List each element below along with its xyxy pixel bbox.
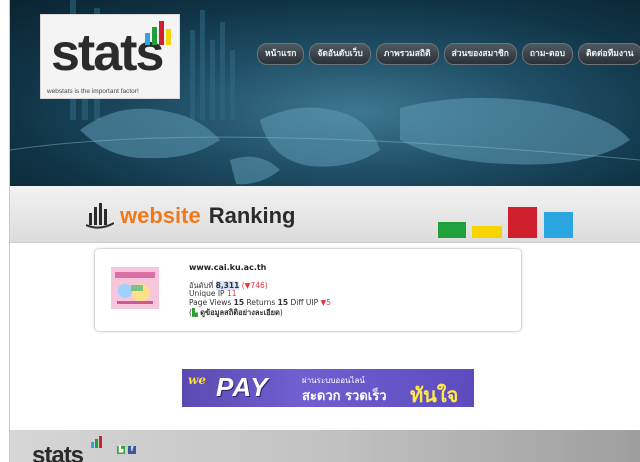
site-url-link[interactable]: www.cai.ku.ac.th [189, 263, 266, 272]
ranking-title-ranking: Ranking [208, 203, 296, 228]
banner-line2: สะดวก รวดเร็ว [302, 389, 387, 404]
returns-value: 15 [277, 298, 289, 307]
nav-members[interactable]: ส่วนของสมาชิก [443, 43, 517, 65]
details-chart-icon: ▙ [191, 308, 198, 317]
color-square-blue [544, 212, 573, 238]
returns-label: Returns [246, 298, 276, 307]
diff-label: Diff UIP [290, 298, 319, 307]
ranking-heading: website Ranking [86, 202, 296, 230]
nav-ranking[interactable]: จัดอันดับเว็บ [309, 43, 371, 65]
footer-logo-bars-icon [91, 436, 102, 448]
pageviews-value: 15 [233, 298, 245, 307]
logo-bars-icon [145, 21, 171, 45]
wepay-banner[interactable]: we PAY ผ่านระบบออนไลน์ สะดวก รวดเร็ว ทัน… [182, 369, 474, 407]
banner-line3: ทันใจ [410, 383, 459, 407]
color-square-red [508, 207, 537, 238]
site-thumbnail[interactable] [111, 267, 159, 309]
ranking-bars-icon [86, 203, 114, 229]
nav-overview[interactable]: ภาพรวมสถิติ [375, 43, 439, 65]
color-square-green [438, 222, 466, 238]
nav-home[interactable]: หน้าแรก [257, 43, 305, 65]
color-square-yellow [472, 226, 502, 238]
site-card: www.cai.ku.ac.th อันดับที่ 8,311 (▼746) … [94, 248, 522, 332]
unique-label: Unique IP [189, 289, 225, 298]
unique-line: Unique IP 11 [189, 289, 237, 298]
rank-change: (▼746) [241, 281, 268, 290]
nav-faq[interactable]: ถาม-ตอบ [521, 43, 573, 65]
footer-logo[interactable]: stats [32, 442, 84, 462]
facebook-icon[interactable]: f [128, 446, 136, 454]
thumbnail-image [111, 267, 159, 309]
chart-icon[interactable]: ▙ [117, 446, 125, 454]
diff-value: ▼5 [320, 298, 332, 307]
pageviews-label: Page Views [189, 298, 232, 307]
site-header: stats webstats is the important factor! … [10, 0, 640, 186]
footer-social: ▙ f [117, 446, 136, 454]
main-nav: หน้าแรก จัดอันดับเว็บ ภาพรวมสถิติ ส่วนขอ… [257, 43, 640, 65]
details-close-paren: ) [279, 308, 283, 317]
site-logo[interactable]: stats webstats is the important factor! [40, 14, 180, 99]
ranking-title-website: website [120, 203, 201, 228]
pageviews-line: Page Views 15 Returns 15 Diff UIP ▼5 [189, 298, 331, 307]
details-link[interactable]: ดูข้อมูลสถิติอย่างละเอียด [200, 308, 280, 317]
banner-brand-main: PAY [216, 372, 269, 402]
banner-brand-prefix: we [188, 373, 206, 387]
site-footer [10, 430, 640, 462]
logo-tagline: webstats is the important factor! [47, 88, 139, 95]
page: stats webstats is the important factor! … [0, 0, 640, 462]
nav-contact[interactable]: ติดต่อทีมงาน [577, 43, 640, 65]
details-line: (▙ ดูข้อมูลสถิติอย่างละเอียด) [189, 307, 283, 319]
unique-value: 11 [226, 289, 237, 298]
